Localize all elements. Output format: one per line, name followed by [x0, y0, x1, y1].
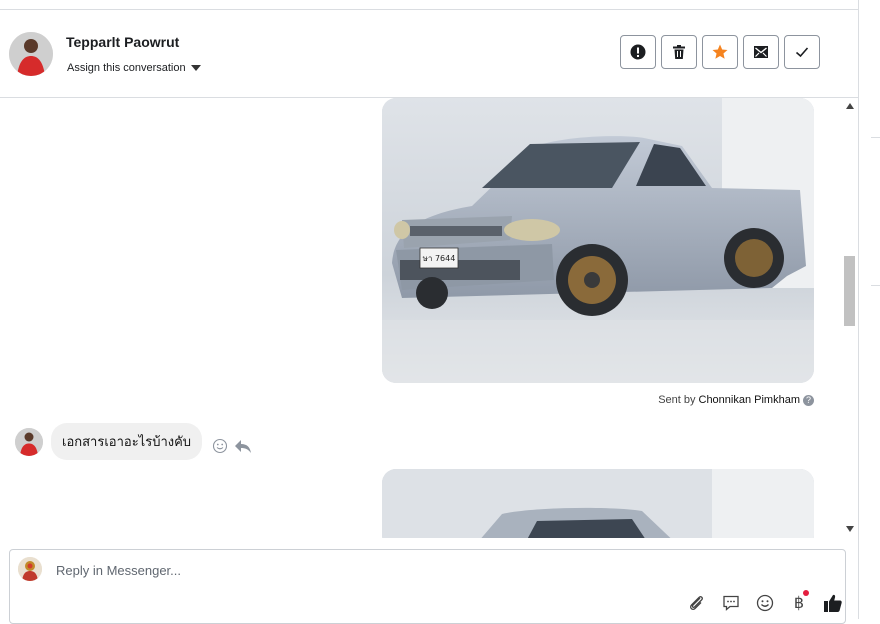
message-actions	[212, 438, 252, 454]
contact-name: Tepparlt Paowrut	[66, 34, 180, 50]
scrollbar-thumb[interactable]	[844, 256, 855, 326]
reply-input[interactable]	[54, 562, 658, 579]
composer-tools: ฿	[686, 590, 844, 614]
emoji-button[interactable]	[754, 592, 776, 614]
star-icon	[712, 44, 728, 59]
sent-by-prefix: Sent by	[658, 394, 696, 406]
mark-spam-button[interactable]	[620, 35, 656, 69]
attach-icon	[690, 596, 703, 610]
react-icon[interactable]	[212, 438, 228, 454]
emoji-icon	[756, 594, 774, 612]
scroll-up-arrow[interactable]	[846, 103, 854, 109]
saved-reply-icon	[723, 595, 739, 611]
message-thread[interactable]: ษา 7644 Sent by Chonnikan Pimkham ? เอกส…	[0, 98, 840, 538]
assign-label: Assign this conversation	[67, 62, 186, 74]
mark-done-button[interactable]	[784, 35, 820, 69]
caret-down-icon	[190, 65, 201, 71]
mark-unread-button[interactable]	[743, 35, 779, 69]
thread-scrollbar[interactable]	[841, 98, 858, 538]
right-panel-divider	[871, 285, 880, 286]
scroll-down-arrow[interactable]	[846, 526, 854, 532]
contact-avatar[interactable]	[9, 32, 53, 76]
star-button[interactable]	[702, 35, 738, 69]
reply-icon[interactable]	[234, 438, 252, 454]
baht-icon: ฿	[793, 595, 805, 612]
reply-composer: ฿	[9, 549, 846, 624]
license-plate: ษา 7644	[423, 254, 456, 263]
sent-by-attribution: Sent by Chonnikan Pimkham ?	[658, 394, 814, 406]
page-avatar	[18, 557, 42, 581]
header-actions	[620, 35, 820, 69]
mark-unread-icon	[754, 46, 768, 58]
trash-icon	[673, 45, 685, 59]
car-photo-message[interactable]: ษา 7644	[382, 98, 814, 383]
right-panel-divider	[871, 137, 880, 138]
right-panel-edge	[858, 0, 880, 619]
notification-dot	[803, 590, 809, 596]
payment-button[interactable]: ฿	[788, 590, 810, 614]
message-bubble[interactable]: เอกสารเอาอะไรบ้างคับ	[51, 423, 203, 460]
delete-button[interactable]	[661, 35, 697, 69]
sender-avatar[interactable]	[15, 427, 43, 456]
assign-conversation-dropdown[interactable]: Assign this conversation	[67, 62, 201, 74]
incoming-message-row: เอกสารเอาอะไรบ้างคับ	[15, 423, 252, 460]
attach-button[interactable]	[686, 592, 708, 614]
conversation-header: Tepparlt Paowrut Assign this conversatio…	[0, 10, 858, 98]
like-button[interactable]	[822, 592, 844, 614]
sent-by-name: Chonnikan Pimkham	[698, 394, 801, 406]
saved-replies-button[interactable]	[720, 592, 742, 614]
help-icon[interactable]: ?	[803, 394, 814, 406]
alert-icon	[630, 44, 646, 60]
car-photo-message[interactable]	[382, 469, 814, 538]
like-icon	[824, 594, 842, 612]
check-icon	[795, 47, 809, 58]
